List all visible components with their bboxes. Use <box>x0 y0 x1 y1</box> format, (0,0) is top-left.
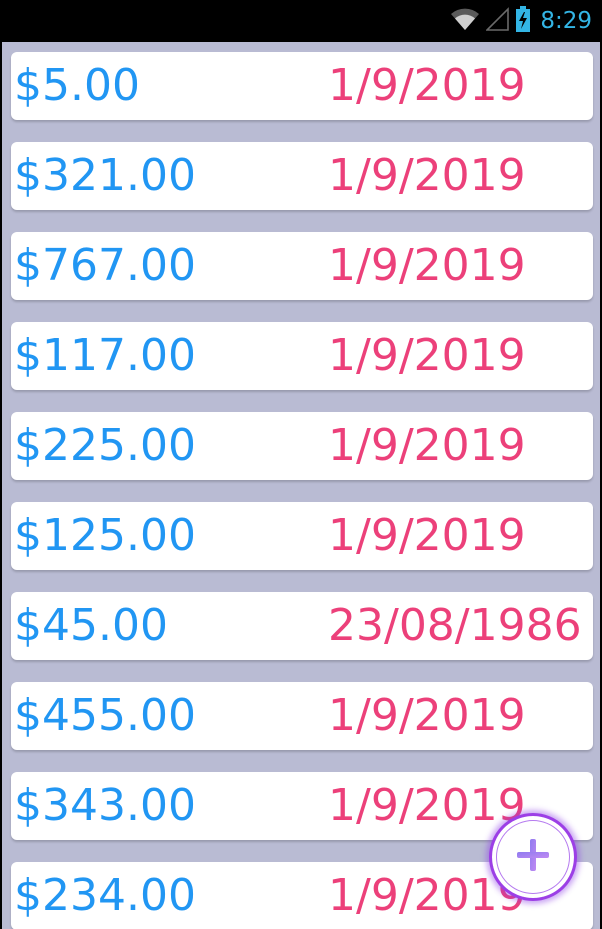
list-item[interactable]: $455.00 1/9/2019 <box>11 682 593 750</box>
status-bar: 8:29 <box>2 0 600 42</box>
amount-label: $234.00 <box>14 870 196 921</box>
amount-label: $5.00 <box>14 60 140 111</box>
amount-label: $343.00 <box>14 780 196 831</box>
amount-label: $455.00 <box>14 690 196 741</box>
list-item[interactable]: $5.00 1/9/2019 <box>11 52 593 120</box>
plus-icon <box>513 835 553 879</box>
status-time: 8:29 <box>540 8 592 34</box>
date-label: 1/9/2019 <box>328 420 526 471</box>
date-label: 1/9/2019 <box>328 150 526 201</box>
date-label: 1/9/2019 <box>328 780 526 831</box>
list-item[interactable]: $45.00 23/08/1986 <box>11 592 593 660</box>
app-screen: 8:29 $5.00 1/9/2019 $321.00 1/9/2019 $76… <box>2 0 600 929</box>
list-item[interactable]: $225.00 1/9/2019 <box>11 412 593 480</box>
date-label: 1/9/2019 <box>328 510 526 561</box>
status-icons: 8:29 <box>450 6 592 36</box>
list-item[interactable]: $117.00 1/9/2019 <box>11 322 593 390</box>
amount-label: $225.00 <box>14 420 196 471</box>
date-label: 1/9/2019 <box>328 690 526 741</box>
amount-label: $117.00 <box>14 330 196 381</box>
amount-label: $45.00 <box>14 600 168 651</box>
date-label: 1/9/2019 <box>328 330 526 381</box>
list-item[interactable]: $125.00 1/9/2019 <box>11 502 593 570</box>
amount-label: $125.00 <box>14 510 196 561</box>
amount-label: $321.00 <box>14 150 196 201</box>
list-item[interactable]: $767.00 1/9/2019 <box>11 232 593 300</box>
date-label: 1/9/2019 <box>328 60 526 111</box>
list-item[interactable]: $321.00 1/9/2019 <box>11 142 593 210</box>
add-entry-button[interactable] <box>489 813 577 901</box>
battery-charging-icon <box>516 6 531 36</box>
date-label: 23/08/1986 <box>328 600 582 651</box>
signal-icon <box>485 7 510 35</box>
date-label: 1/9/2019 <box>328 240 526 291</box>
amount-label: $767.00 <box>14 240 196 291</box>
wifi-icon <box>450 7 480 35</box>
